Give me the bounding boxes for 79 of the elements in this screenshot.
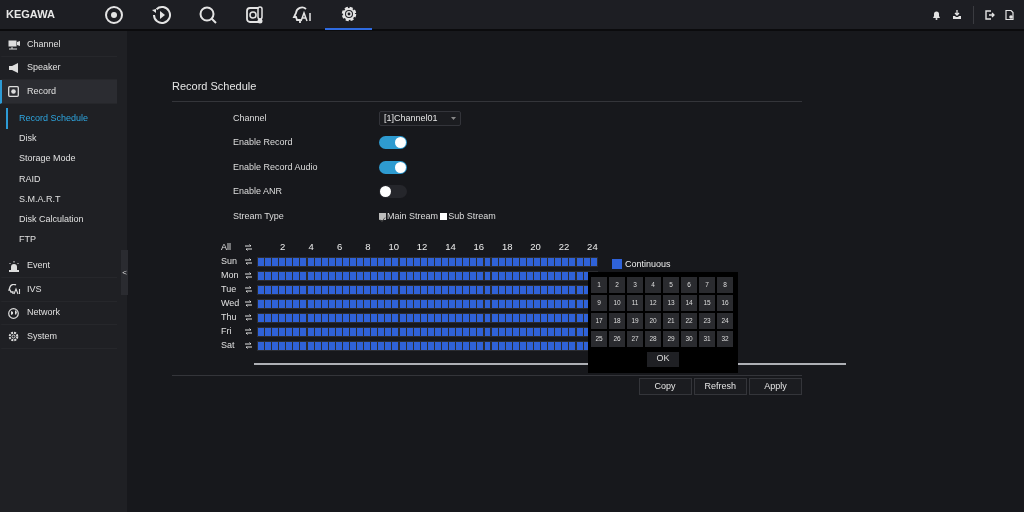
action-button[interactable]: Refresh <box>693 377 747 395</box>
thermometer-icon <box>244 4 265 25</box>
field-label: Enable Record Audio <box>233 160 319 174</box>
hour-label: 6 <box>335 240 343 255</box>
field-label: Stream Type <box>233 209 285 223</box>
hour-label: 24 <box>586 240 598 255</box>
collapse-handle[interactable]: < <box>121 250 128 295</box>
sidebar-item[interactable]: Record <box>0 80 117 104</box>
gear-icon <box>8 331 19 343</box>
schedule-bar[interactable] <box>257 270 598 281</box>
megaphone-icon <box>8 63 20 73</box>
action-button[interactable]: Apply <box>749 377 802 395</box>
live-view-icon <box>103 4 124 25</box>
day-label: Thu <box>221 310 238 324</box>
day-label: Sun <box>221 254 238 268</box>
swap-icon[interactable] <box>245 272 252 279</box>
hour-label: 14 <box>444 240 456 255</box>
submenu-item[interactable]: Disk <box>6 128 116 149</box>
schedule-bar[interactable] <box>257 256 598 267</box>
sidebar-item[interactable]: System <box>0 325 117 349</box>
ai-head-icon <box>8 284 21 296</box>
submenu-item[interactable]: FTP <box>6 230 116 251</box>
sidebar-item[interactable]: Network <box>0 301 117 326</box>
submenu-item[interactable]: RAID <box>6 169 116 190</box>
day-label: Fri <box>221 324 233 338</box>
day-label: Sat <box>221 338 236 352</box>
document-icon <box>1005 9 1014 20</box>
checkbox-label: Sub Stream <box>448 209 496 223</box>
hour-label: 2 <box>279 240 286 255</box>
row-label: All <box>221 240 232 254</box>
bell-icon <box>932 9 941 20</box>
swap-icon[interactable] <box>245 244 252 251</box>
checkbox-label: Main Stream <box>387 209 439 223</box>
day-label: Tue <box>221 282 238 296</box>
hour-label: 12 <box>415 240 428 255</box>
ok-button[interactable]: OK <box>647 351 679 367</box>
toggle-switch[interactable] <box>379 160 407 174</box>
field-label: Enable Record <box>233 136 294 149</box>
checkbox[interactable] <box>379 212 386 220</box>
hour-label: 20 <box>529 240 541 255</box>
hour-label: 16 <box>472 240 485 255</box>
toggle-switch[interactable] <box>379 185 407 199</box>
channel-select[interactable]: [1]Channel01 <box>379 110 461 126</box>
hour-label: 18 <box>500 240 513 255</box>
download-icon <box>951 9 962 20</box>
swap-icon[interactable] <box>245 328 252 335</box>
hour-label: 8 <box>364 240 371 255</box>
brand-logo: KEGAWA <box>5 7 56 23</box>
swap-icon[interactable] <box>245 342 252 349</box>
logout-icon <box>984 9 995 20</box>
sidebar-item[interactable]: Channel <box>0 33 117 57</box>
checkbox[interactable] <box>440 212 448 220</box>
sidebar-item[interactable]: IVS <box>0 278 117 302</box>
day-label: Wed <box>221 296 241 310</box>
toggle-switch[interactable] <box>379 136 407 150</box>
swap-icon[interactable] <box>245 300 252 307</box>
caret-icon <box>451 116 456 120</box>
action-button[interactable]: Copy <box>638 377 692 395</box>
sidebar-item[interactable]: Event <box>0 254 117 279</box>
hour-label: 10 <box>387 240 399 255</box>
submenu-item[interactable]: Record Schedule <box>6 108 116 129</box>
legend-label: Continuous <box>625 257 671 271</box>
record-icon <box>8 86 19 97</box>
hour-label: 4 <box>307 240 314 255</box>
field-label: Channel <box>233 111 268 125</box>
hour-label: 22 <box>557 240 570 255</box>
alarm-light-icon <box>8 260 20 272</box>
field-label: Enable ANR <box>233 185 284 198</box>
monitor-icon <box>8 39 20 50</box>
page-title: Record Schedule <box>172 78 802 102</box>
submenu-item[interactable]: S.M.A.R.T <box>6 189 116 210</box>
search-icon <box>197 4 218 25</box>
day-label: Mon <box>221 268 240 282</box>
swap-icon[interactable] <box>245 314 252 321</box>
submenu-item[interactable]: Storage Mode <box>6 148 116 170</box>
swap-icon[interactable] <box>245 258 252 265</box>
submenu-item[interactable]: Disk Calculation <box>6 209 116 231</box>
ai-head-icon <box>290 4 313 25</box>
swap-icon[interactable] <box>245 286 252 293</box>
